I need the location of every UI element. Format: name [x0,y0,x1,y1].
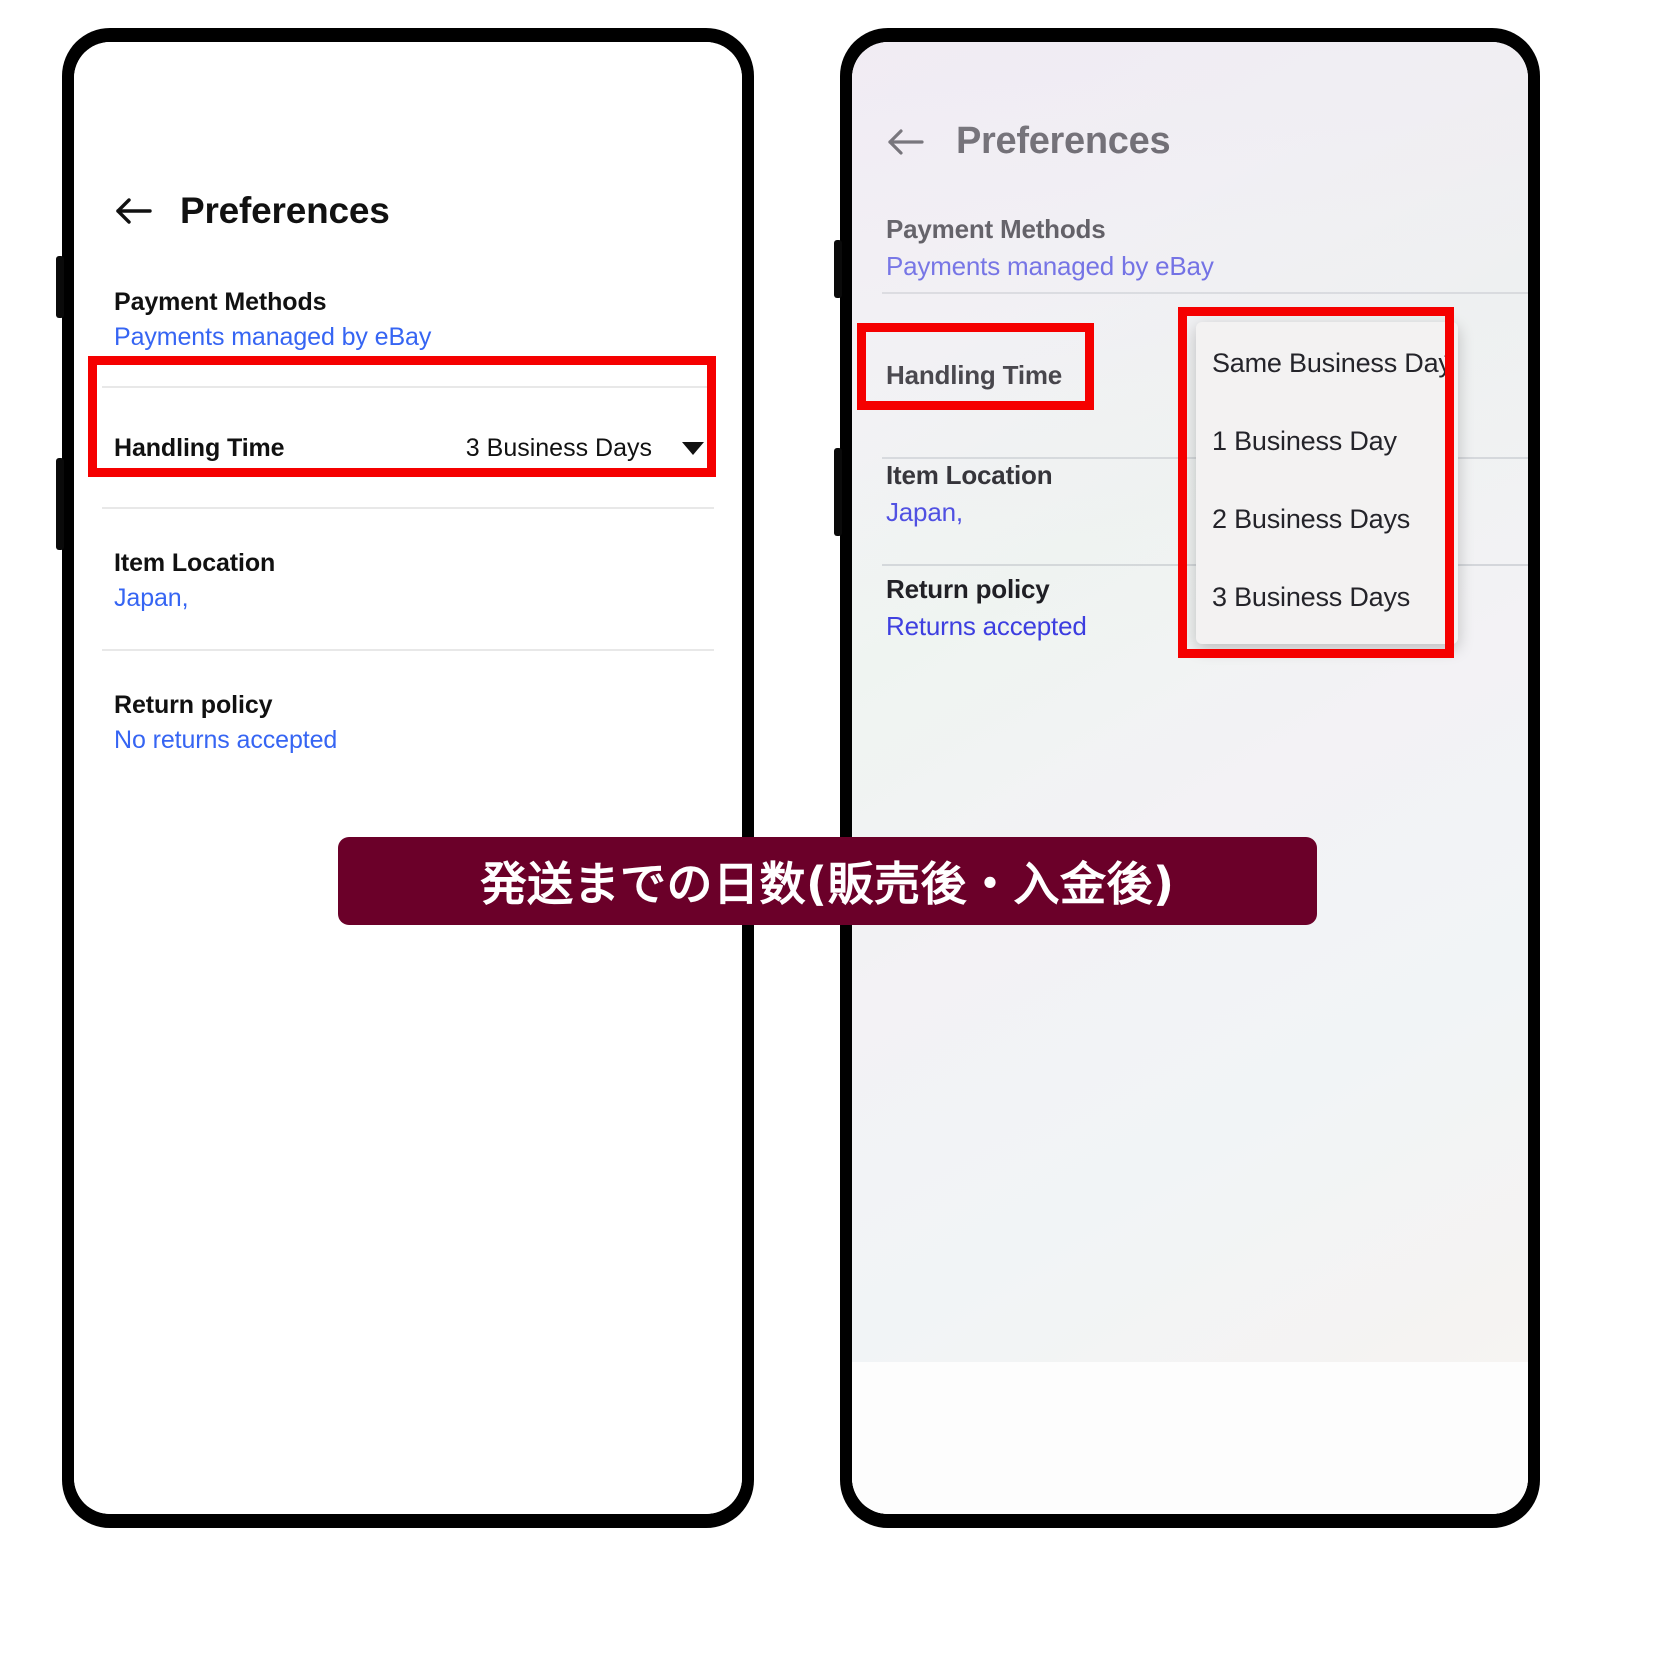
left-divider-3 [102,649,714,651]
callout-banner: 発送までの日数(販売後・入金後) [338,837,1317,925]
left-phone-side-button-2[interactable] [56,458,64,550]
right-phone-screen: Preferences Payment Methods Payments man… [852,42,1528,1514]
right-phone-screen-frame: Preferences Payment Methods Payments man… [852,42,1528,1514]
left-phone-screen-frame: Preferences Payment Methods Payments man… [74,42,742,1514]
back-arrow-icon[interactable] [886,125,926,159]
dropdown-option-label: 1 Business Day [1212,426,1397,456]
dropdown-option-label: 2 Business Days [1212,504,1411,534]
right-phone-device: Preferences Payment Methods Payments man… [834,28,1540,1528]
right-phone-side-button-2[interactable] [834,448,842,536]
dropdown-option-same-business-day[interactable]: Same Business Day ⌃ [1212,348,1458,379]
dropdown-option-label: Same Business Day [1212,348,1452,378]
right-row-return-policy[interactable]: Return policy Returns accepted [886,574,1087,642]
handling-time-selected-value: 3 Business Days [465,434,652,462]
page-title: Preferences [180,190,390,231]
right-row-label-item-location: Item Location [886,460,1053,490]
right-phone-side-button-1[interactable] [834,240,842,298]
right-row-label-return-policy: Return policy [886,574,1050,604]
left-divider-2 [102,507,714,509]
left-row-handling-time[interactable]: Handling Time 3 Business Days [74,434,742,463]
left-row-value-item-location[interactable]: Japan, [114,584,702,613]
chevron-down-icon[interactable] [682,442,704,455]
left-divider-1 [102,386,714,388]
dropdown-option-2-business-days[interactable]: 2 Business Days [1212,504,1410,535]
dropdown-selected-marker-icon: ⌃ [1439,348,1458,373]
callout-banner-text: 発送までの日数(販売後・入金後) [480,857,1175,911]
left-row-payment-methods[interactable]: Payment Methods Payments managed by eBay [74,288,742,352]
right-screen-lower-blank [852,1362,1528,1514]
left-row-label-item-location: Item Location [114,549,276,577]
handling-time-dropdown[interactable]: 3 Business Days [466,434,704,463]
left-row-label-payment-methods: Payment Methods [114,288,327,316]
left-row-label-handling-time: Handling Time [114,434,285,462]
right-row-value-payment-methods[interactable]: Payments managed by eBay [886,251,1214,282]
right-row-handling-time[interactable]: Handling Time [886,360,1062,391]
left-phone-device: Preferences Payment Methods Payments man… [56,28,754,1528]
right-row-label-payment-methods: Payment Methods [886,214,1106,244]
right-row-value-item-location[interactable]: Japan, [886,497,1052,528]
handling-time-dropdown-menu[interactable]: Same Business Day ⌃ 1 Business Day 2 Bus… [1196,322,1458,644]
right-row-payment-methods[interactable]: Payment Methods Payments managed by eBay [886,214,1214,282]
left-row-value-return-policy[interactable]: No returns accepted [114,726,702,755]
left-row-item-location[interactable]: Item Location Japan, [74,549,742,613]
dropdown-option-1-business-day[interactable]: 1 Business Day [1212,426,1397,457]
back-arrow-icon[interactable] [114,194,154,228]
left-row-value-payment-methods[interactable]: Payments managed by eBay [114,323,702,352]
right-app-header: Preferences [886,120,1171,163]
page-title: Preferences [956,120,1171,162]
left-phone-screen: Preferences Payment Methods Payments man… [74,42,742,1514]
left-row-label-return-policy: Return policy [114,691,273,719]
left-row-return-policy[interactable]: Return policy No returns accepted [74,691,742,755]
right-divider-1 [882,292,1528,294]
right-row-label-handling-time: Handling Time [886,360,1063,390]
dropdown-option-3-business-days[interactable]: 3 Business Days [1212,582,1410,613]
right-row-item-location[interactable]: Item Location Japan, [886,460,1053,528]
left-phone-side-button-1[interactable] [56,256,64,318]
left-app-header: Preferences [74,42,742,232]
right-row-value-return-policy[interactable]: Returns accepted [886,611,1087,642]
dropdown-option-label: 3 Business Days [1212,582,1411,612]
